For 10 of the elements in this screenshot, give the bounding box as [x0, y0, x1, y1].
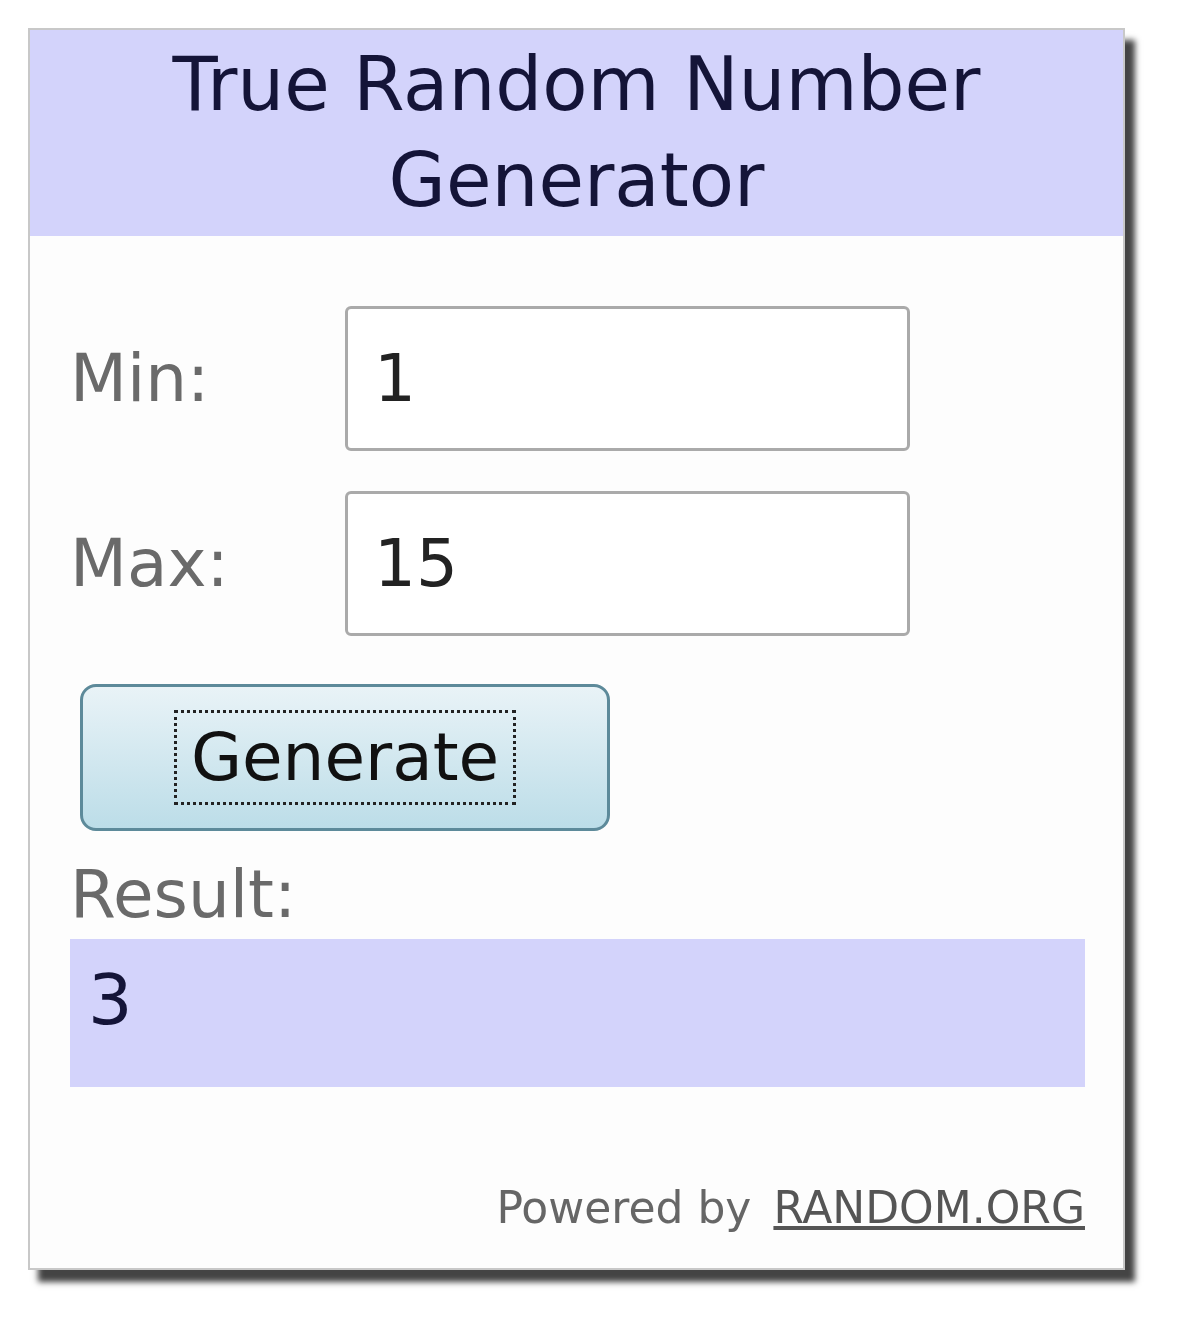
field-label: Min:	[70, 340, 211, 417]
result-value: 3	[70, 939, 1085, 1087]
result-label: Result:	[70, 855, 298, 935]
powered-by-text: Powered by	[496, 1182, 752, 1233]
field-label: Max:	[70, 525, 230, 602]
random-org-link[interactable]: RANDOM.ORG	[773, 1182, 1085, 1233]
input-field[interactable]: 15	[345, 491, 910, 636]
widget-title: True Random Number Generator	[30, 30, 1123, 236]
generate-button[interactable]: Generate	[80, 684, 610, 831]
input-field[interactable]: 1	[345, 306, 910, 451]
